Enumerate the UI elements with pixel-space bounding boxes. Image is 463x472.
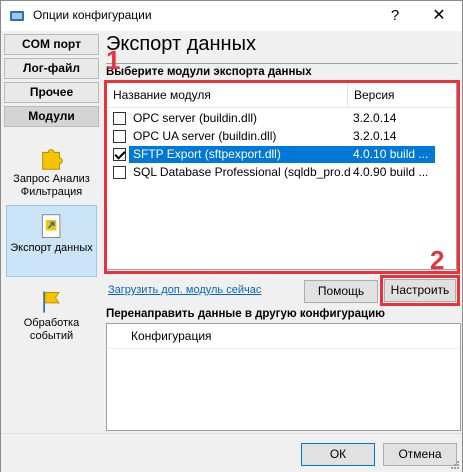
main-content: Экспорт данных Выберите модули экспорта … [102, 31, 462, 433]
title-bar: Опции конфигурации ? ✕ [1, 1, 462, 32]
category-com-port[interactable]: COM порт [4, 34, 99, 55]
configure-button[interactable]: Настроить [384, 279, 456, 302]
ok-button[interactable]: ОК [301, 443, 375, 466]
puzzle-icon [41, 149, 63, 170]
nav-item-event-handling-label: Обработка событий [23, 317, 80, 342]
configuration-list[interactable]: Конфигурация [106, 323, 461, 431]
column-configuration[interactable]: Конфигурация [125, 324, 325, 348]
left-nav-panel: COM порт Лог-файл Прочее Модули Запрос А… [1, 31, 102, 433]
export-icon [41, 214, 60, 238]
cancel-button[interactable]: Отмена [383, 443, 457, 466]
category-other[interactable]: Прочее [4, 82, 99, 103]
page-heading: Экспорт данных [106, 33, 256, 55]
load-module-link[interactable]: Загрузить доп. модуль сейчас [108, 284, 261, 296]
nav-item-query-analysis[interactable]: Запрос Анализ Фильтрация [6, 143, 97, 205]
app-icon [10, 11, 24, 21]
nav-item-data-export[interactable]: Экспорт данных [6, 205, 97, 277]
config-options-window: Опции конфигурации ? ✕ COM порт Лог-файл… [0, 0, 463, 472]
window-title: Опции конфигурации [33, 8, 152, 22]
flag-icon [42, 291, 60, 313]
configuration-list-header: Конфигурация [107, 324, 460, 349]
annotation-number-1: 1 [106, 45, 121, 75]
heading-divider [106, 63, 458, 64]
resize-grip-icon[interactable] [450, 460, 460, 470]
nav-item-event-handling[interactable]: Обработка событий [6, 287, 97, 349]
help-title-button[interactable]: ? [373, 1, 417, 31]
close-window-button[interactable]: ✕ [417, 1, 461, 31]
annotation-box-1 [104, 80, 460, 274]
dialog-footer: ОК Отмена [1, 433, 462, 472]
nav-item-data-export-label: Экспорт данных [10, 242, 93, 254]
category-modules[interactable]: Модули [4, 106, 99, 127]
nav-item-query-analysis-label: Запрос Анализ Фильтрация [13, 173, 90, 198]
redirect-section-label: Перенаправить данные в другую конфигурац… [106, 308, 385, 320]
modules-section-label: Выберите модули экспорта данных [106, 66, 312, 78]
category-log-file[interactable]: Лог-файл [4, 58, 99, 79]
help-button[interactable]: Помощь [304, 280, 378, 303]
annotation-number-2: 2 [430, 245, 445, 275]
